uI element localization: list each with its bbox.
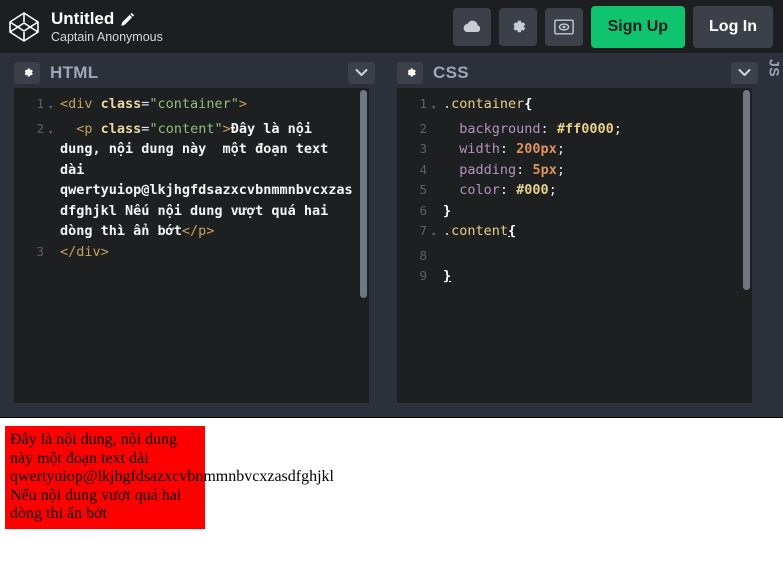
css-vertical-scrollbar[interactable]: [743, 90, 750, 290]
line-number: 6: [397, 201, 431, 222]
line-number: 2: [397, 119, 431, 140]
html-vertical-scrollbar[interactable]: [360, 90, 367, 298]
line-number: 1: [397, 94, 431, 115]
fold-arrow-icon[interactable]: ▾: [431, 94, 443, 119]
code-text: </div>: [60, 242, 355, 263]
code-line: 1▾.container{: [397, 94, 738, 119]
code-line: 4 padding: 5px;: [397, 160, 738, 181]
fold-arrow-icon: [431, 180, 443, 184]
pencil-icon[interactable]: [121, 11, 135, 25]
code-text: .container{: [443, 94, 738, 115]
screen-preview-icon: [554, 19, 574, 35]
code-text: .content{: [443, 221, 738, 242]
css-settings-gear-icon[interactable]: [397, 62, 423, 84]
cloud-save-icon: [462, 19, 482, 35]
line-number: 7: [397, 221, 431, 242]
codepen-logo-icon[interactable]: [7, 10, 41, 44]
code-text: <p class="content">Đây là nội dung, nội …: [60, 119, 355, 242]
code-text: width: 200px;: [443, 139, 738, 160]
code-text: <div class="container">: [60, 94, 355, 115]
html-code-area[interactable]: 1▾<div class="container">2▾ <p class="co…: [14, 88, 369, 403]
preview-toggle-button[interactable]: [545, 8, 583, 46]
page-title: Untitled: [51, 9, 163, 28]
code-line: 5 color: #000;: [397, 180, 738, 201]
fold-arrow-icon: [431, 266, 443, 270]
code-line: 6}: [397, 201, 738, 222]
code-line: 3 width: 200px;: [397, 139, 738, 160]
code-text: background: #ff0000;: [443, 119, 738, 140]
preview-iframe-area[interactable]: Đây là nội dung, nội dung này một đoạn t…: [0, 417, 783, 567]
cloud-save-button[interactable]: [453, 8, 491, 46]
css-code-area[interactable]: 1▾.container{2 background: #ff0000;3 wid…: [397, 88, 752, 403]
code-text: }: [443, 201, 738, 222]
html-settings-gear-icon[interactable]: [14, 62, 40, 84]
code-line: 2 background: #ff0000;: [397, 119, 738, 140]
fold-arrow-icon: [431, 160, 443, 164]
code-line: 3 </div>: [14, 242, 355, 263]
html-editor-panel: HTML 1▾<div class="container">2▾ <p clas…: [0, 53, 383, 417]
preview-content: Đây là nội dung, nội dung này một đoạn t…: [0, 418, 783, 529]
js-panel-label: JS: [767, 59, 783, 77]
css-collapse-chevron-down-icon[interactable]: [731, 62, 758, 84]
code-text: color: #000;: [443, 180, 738, 201]
code-line: 1▾<div class="container">: [14, 94, 355, 119]
code-line: 7▾.content{: [397, 221, 738, 246]
line-number: 3: [14, 242, 48, 263]
css-editor-panel: CSS 1▾.container{2 background: #ff0000;3…: [383, 53, 766, 417]
code-text: }: [443, 266, 738, 287]
pen-titles: Untitled Captain Anonymous: [51, 9, 163, 45]
line-number: 8: [397, 246, 431, 267]
css-code-lines[interactable]: 1▾.container{2 background: #ff0000;3 wid…: [397, 88, 752, 403]
top-bar: Untitled Captain Anonymous: [0, 0, 783, 53]
line-number: 9: [397, 266, 431, 287]
fold-arrow-icon: [431, 201, 443, 205]
line-number: 5: [397, 180, 431, 201]
html-panel-header: HTML: [0, 57, 383, 88]
css-panel-label: CSS: [433, 63, 469, 83]
html-code-lines[interactable]: 1▾<div class="container">2▾ <p class="co…: [14, 88, 369, 403]
code-line: 8: [397, 246, 738, 267]
fold-arrow-icon: [48, 242, 60, 246]
html-panel-label: HTML: [50, 63, 98, 83]
brand-area: Untitled Captain Anonymous: [0, 9, 163, 45]
code-text: padding: 5px;: [443, 160, 738, 181]
topbar-actions: Sign Up Log In: [453, 6, 783, 48]
sign-up-button[interactable]: Sign Up: [591, 6, 685, 48]
line-number: 3: [397, 139, 431, 160]
fold-arrow-icon: [431, 139, 443, 143]
preview-container-div: Đây là nội dung, nội dung này một đoạn t…: [5, 426, 205, 529]
fold-arrow-icon[interactable]: ▾: [431, 221, 443, 246]
line-number: 4: [397, 160, 431, 181]
line-number: 1: [14, 94, 48, 115]
fold-arrow-icon: [431, 246, 443, 250]
fold-arrow-icon[interactable]: ▾: [48, 119, 60, 144]
pen-title-text: Untitled: [51, 9, 114, 28]
settings-button[interactable]: [499, 8, 537, 46]
line-number: 2: [14, 119, 48, 140]
editor-panels-area: HTML 1▾<div class="container">2▾ <p clas…: [0, 53, 783, 417]
html-collapse-chevron-down-icon[interactable]: [348, 62, 375, 84]
code-line: 9}: [397, 266, 738, 287]
js-editor-collapsed-tab[interactable]: JS: [766, 53, 783, 417]
fold-arrow-icon[interactable]: ▾: [48, 94, 60, 119]
code-line: 2▾ <p class="content">Đây là nội dung, n…: [14, 119, 355, 242]
preview-content-paragraph: Đây là nội dung, nội dung này một đoạn t…: [10, 431, 200, 524]
gear-icon: [508, 17, 527, 36]
pen-author: Captain Anonymous: [51, 29, 163, 45]
log-in-button[interactable]: Log In: [693, 6, 773, 48]
css-panel-header: CSS: [383, 57, 766, 88]
fold-arrow-icon: [431, 119, 443, 123]
